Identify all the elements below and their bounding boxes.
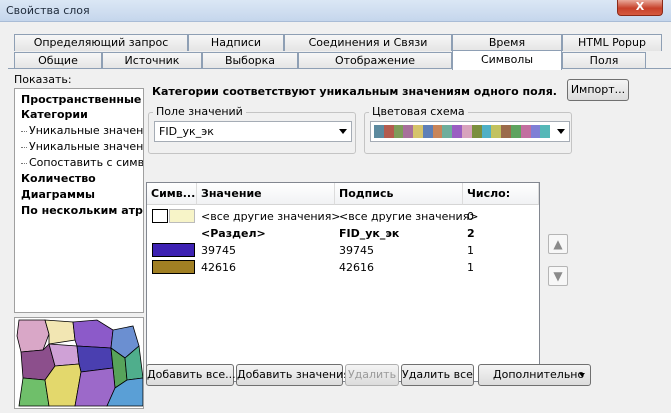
value-field-selected: FID_ук_эк bbox=[159, 125, 214, 138]
symbology-preview-image bbox=[14, 317, 144, 409]
tab-general[interactable]: Общие bbox=[14, 52, 102, 69]
value-field-label: Поле значений bbox=[153, 105, 246, 118]
row-value[interactable]: <все другие значения> bbox=[201, 210, 341, 224]
tree-item-charts[interactable]: Диаграммы bbox=[21, 188, 95, 202]
color-ramp-swatch bbox=[510, 125, 521, 138]
column-header-value[interactable]: Значение bbox=[197, 183, 335, 205]
color-ramp-swatch bbox=[422, 125, 433, 138]
row-label[interactable]: 42616 bbox=[339, 261, 374, 275]
arrow-up-icon[interactable]: ▲ bbox=[548, 234, 568, 254]
row-value[interactable]: <Раздел> bbox=[201, 227, 266, 241]
row-count: 1 bbox=[467, 261, 474, 274]
row-count: 1 bbox=[467, 244, 474, 257]
column-header-symbol[interactable]: Симв... bbox=[147, 183, 197, 205]
add-values-button[interactable]: Добавить значения bbox=[236, 364, 350, 386]
tab-definition-query[interactable]: Определяющий запрос bbox=[14, 34, 188, 51]
color-ramp bbox=[374, 125, 551, 138]
advanced-button[interactable]: Дополнительно bbox=[478, 364, 591, 386]
tree-item-quantities[interactable]: Количество bbox=[21, 172, 96, 186]
tree-item-features[interactable]: Пространственные объекты bbox=[21, 93, 143, 107]
tab-labels[interactable]: Надписи bbox=[188, 34, 284, 51]
color-scheme-label: Цветовая схема bbox=[369, 105, 468, 118]
row-value[interactable]: 39745 bbox=[201, 244, 236, 258]
row-label[interactable]: <все другие значения> bbox=[339, 210, 479, 224]
tree-item-multiple-attributes[interactable]: По нескольким атрибутам bbox=[21, 204, 143, 218]
chevron-down-icon bbox=[339, 129, 347, 134]
row-count: 2 bbox=[467, 227, 475, 240]
color-ramp-swatch bbox=[481, 125, 492, 138]
show-label: Показать: bbox=[14, 73, 72, 86]
chevron-down-icon bbox=[579, 373, 585, 377]
value-field-select[interactable]: FID_ук_эк bbox=[154, 121, 352, 142]
color-ramp-swatch bbox=[413, 125, 423, 138]
column-header-label[interactable]: Подпись bbox=[335, 183, 463, 205]
color-ramp-swatch bbox=[442, 125, 453, 138]
color-ramp-swatch bbox=[452, 125, 463, 138]
color-ramp-swatch bbox=[520, 125, 531, 138]
color-ramp-swatch bbox=[501, 125, 511, 138]
chevron-down-icon bbox=[557, 129, 565, 134]
row-value[interactable]: 42616 bbox=[201, 261, 236, 275]
color-ramp-swatch bbox=[471, 125, 482, 138]
symbol-swatch[interactable] bbox=[152, 243, 195, 257]
row-label[interactable]: 39745 bbox=[339, 244, 374, 258]
tab-display[interactable]: Отображение bbox=[298, 52, 452, 69]
import-button[interactable]: Импорт... bbox=[567, 79, 629, 101]
tab-joins-relates[interactable]: Соединения и Связи bbox=[284, 34, 452, 51]
tab-fields[interactable]: Поля bbox=[562, 52, 646, 69]
remove-all-button[interactable]: Удалить все bbox=[401, 364, 474, 386]
color-ramp-swatch bbox=[491, 125, 502, 138]
symbol-swatch-outline[interactable] bbox=[152, 209, 168, 223]
renderer-tree: Пространственные объекты Категории Уника… bbox=[14, 88, 144, 313]
color-ramp-swatch bbox=[540, 125, 551, 138]
color-scheme-select[interactable] bbox=[370, 121, 570, 142]
tree-item-match-to-symbols[interactable]: Сопоставить с символами в стиле bbox=[21, 156, 143, 170]
column-header-count[interactable]: Число: bbox=[463, 183, 539, 205]
tab-symbology[interactable]: Символы bbox=[452, 50, 562, 70]
color-ramp-swatch bbox=[374, 125, 384, 138]
advanced-label: Дополнительно bbox=[493, 368, 585, 381]
renderer-description: Категории соответствуют уникальным значе… bbox=[152, 85, 557, 98]
tree-item-unique-values-many-fields[interactable]: Уникальные значения, много полей bbox=[20, 140, 143, 154]
tab-html-popup[interactable]: HTML Popup bbox=[562, 34, 662, 51]
tree-item-categories[interactable]: Категории bbox=[21, 108, 88, 122]
color-ramp-swatch bbox=[462, 125, 472, 138]
row-count: 0 bbox=[467, 210, 474, 223]
symbol-swatch[interactable] bbox=[169, 209, 195, 223]
remove-button[interactable]: Удалить bbox=[345, 364, 399, 386]
color-ramp-swatch bbox=[530, 125, 541, 138]
dialog-content: Определяющий запрос Надписи Соединения и… bbox=[0, 22, 671, 413]
color-ramp-swatch bbox=[383, 125, 394, 138]
window-title: Свойства слоя bbox=[6, 4, 90, 17]
tab-time[interactable]: Время bbox=[452, 34, 562, 51]
add-all-values-button[interactable]: Добавить все... bbox=[146, 364, 236, 386]
tab-selection[interactable]: Выборка bbox=[202, 52, 298, 69]
tree-item-unique-values[interactable]: Уникальные значения bbox=[20, 124, 143, 138]
color-ramp-swatch bbox=[432, 125, 443, 138]
tab-source[interactable]: Источник bbox=[102, 52, 202, 69]
values-list[interactable]: Симв... Значение Подпись Число: <все дру… bbox=[146, 182, 540, 382]
arrow-down-icon[interactable]: ▼ bbox=[548, 266, 568, 286]
color-ramp-swatch bbox=[393, 125, 404, 138]
row-label[interactable]: FID_ук_эк bbox=[339, 227, 399, 241]
close-button[interactable]: X bbox=[617, 0, 663, 16]
title-bar: Свойства слоя X bbox=[0, 0, 671, 22]
color-ramp-swatch bbox=[403, 125, 414, 138]
symbol-swatch[interactable] bbox=[152, 260, 195, 274]
